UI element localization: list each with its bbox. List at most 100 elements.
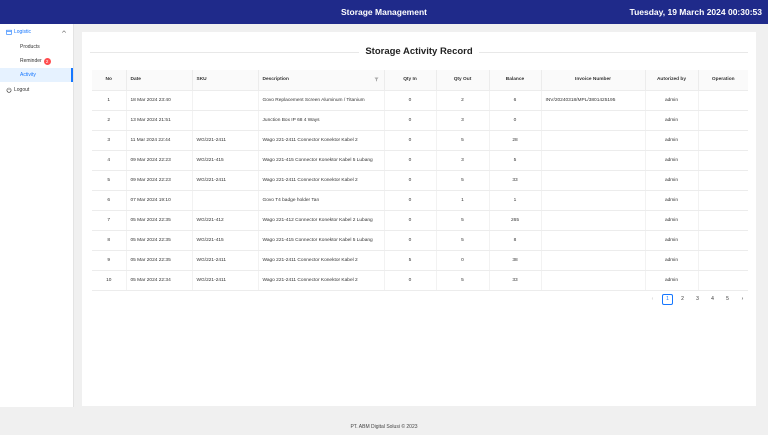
cell-balance: 5 bbox=[489, 150, 542, 171]
sidebar-group-label: Logistic bbox=[14, 29, 31, 35]
cell-qty-out: 5 bbox=[436, 170, 490, 191]
cell-balance: 33 bbox=[489, 170, 542, 191]
cell-date: 11 Mar 2024 22:44 bbox=[126, 130, 193, 151]
cell-qty-in: 5 bbox=[384, 250, 437, 271]
pagination: ‹ 1 2 3 4 5 › bbox=[647, 294, 748, 305]
cell-invoice-number bbox=[541, 210, 646, 231]
cell-invoice-number bbox=[541, 190, 646, 211]
cell-description: Govo T4 badge holder Tan bbox=[258, 190, 385, 211]
page-3-button[interactable]: 3 bbox=[692, 294, 703, 305]
cell-autorized-by: admin bbox=[645, 170, 699, 191]
cell-description: Wago 221-415 Connector Konektor Kabel 5 … bbox=[258, 230, 385, 251]
footer-text: PT. ABM Digital Solusi © 2023 bbox=[350, 424, 418, 430]
cell-date: 05 Mar 2024 22:35 bbox=[126, 230, 193, 251]
cell-no: 8 bbox=[92, 230, 127, 251]
cell-date: 05 Mar 2024 22:34 bbox=[126, 270, 193, 291]
column-header-sku: SKU bbox=[192, 70, 259, 91]
cell-autorized-by: admin bbox=[645, 90, 699, 111]
cell-operation bbox=[698, 150, 748, 171]
logout-label: Logout bbox=[14, 87, 30, 93]
cell-date: 07 Mar 2024 19:10 bbox=[126, 190, 193, 211]
sidebar-item-label: Reminder bbox=[20, 58, 42, 64]
cell-no: 1 bbox=[92, 90, 127, 111]
cell-sku: WG/221-412 bbox=[192, 210, 259, 231]
cell-operation bbox=[698, 210, 748, 231]
chevron-up-icon bbox=[61, 30, 67, 33]
cell-no: 10 bbox=[92, 270, 127, 291]
cell-qty-out: 0 bbox=[436, 250, 490, 271]
cell-description: Junction Box IP 68 4 Ways bbox=[258, 110, 385, 131]
column-header-autorized-by: Autorized by bbox=[645, 70, 699, 91]
cell-qty-in: 0 bbox=[384, 270, 437, 291]
filter-icon[interactable] bbox=[374, 77, 379, 82]
sidebar-item-label: Activity bbox=[20, 72, 36, 78]
sidebar-item-activity[interactable]: Activity bbox=[0, 68, 73, 82]
top-bar: Storage Management Tuesday, 19 March 202… bbox=[0, 0, 768, 24]
page-5-button[interactable]: 5 bbox=[722, 294, 733, 305]
cell-autorized-by: admin bbox=[645, 230, 699, 251]
cell-qty-in: 0 bbox=[384, 110, 437, 131]
cell-operation bbox=[698, 110, 748, 131]
cell-description: Wago 221-2411 Connector Konektor Kabel 2 bbox=[258, 130, 385, 151]
cell-invoice-number bbox=[541, 170, 646, 191]
cell-no: 7 bbox=[92, 210, 127, 231]
cell-sku bbox=[192, 110, 259, 131]
activity-table: No Date SKU Description Qty In Qty Out B… bbox=[92, 70, 748, 291]
cell-description: Wago 221-2411 Connector Konektor Kabel 2 bbox=[258, 250, 385, 271]
cell-qty-out: 5 bbox=[436, 130, 490, 151]
page-title: Storage Activity Record bbox=[359, 46, 479, 57]
prev-page-button[interactable]: ‹ bbox=[647, 294, 658, 305]
table-row: 6 07 Mar 2024 19:10 Govo T4 badge holder T… bbox=[92, 190, 748, 211]
cell-operation bbox=[698, 170, 748, 191]
cell-qty-in: 0 bbox=[384, 130, 437, 151]
cell-autorized-by: admin bbox=[645, 110, 699, 131]
table-row: 3 11 Mar 2024 22:44 WG/221-2411 Wago 221-24… bbox=[92, 130, 748, 151]
cell-qty-out: 3 bbox=[436, 150, 490, 171]
cell-description: Wago 221-2411 Connector Konektor Kabel 2 bbox=[258, 270, 385, 291]
table-row: 9 05 Mar 2024 22:35 WG/221-2411 Wago 221-24… bbox=[92, 250, 748, 271]
cell-date: 09 Mar 2024 22:23 bbox=[126, 150, 193, 171]
cell-qty-in: 0 bbox=[384, 90, 437, 111]
cell-qty-in: 0 bbox=[384, 150, 437, 171]
cell-qty-in: 0 bbox=[384, 230, 437, 251]
next-page-button[interactable]: › bbox=[737, 294, 748, 305]
table-row: 5 09 Mar 2024 22:23 WG/221-2411 Wago 221-24… bbox=[92, 170, 748, 191]
cell-invoice-number bbox=[541, 250, 646, 271]
cell-qty-out: 2 bbox=[436, 90, 490, 111]
cell-autorized-by: admin bbox=[645, 210, 699, 231]
power-icon bbox=[6, 87, 12, 93]
table-header-row: No Date SKU Description Qty In Qty Out B… bbox=[92, 70, 748, 91]
cell-sku: WG/221-2411 bbox=[192, 130, 259, 151]
sidebar-item-reminder[interactable]: Reminder 2 bbox=[0, 54, 73, 68]
cell-qty-out: 3 bbox=[436, 110, 490, 131]
table-row: 8 05 Mar 2024 22:35 WG/221-415 Wago 221-415… bbox=[92, 230, 748, 251]
cell-invoice-number bbox=[541, 130, 646, 151]
column-header-no: No bbox=[92, 70, 127, 91]
page-1-button[interactable]: 1 bbox=[662, 294, 673, 305]
table-row: 1 18 Mar 2024 23:40 Govo Replacement Scree… bbox=[92, 90, 748, 111]
cell-date: 05 Mar 2024 22:35 bbox=[126, 210, 193, 231]
page-4-button[interactable]: 4 bbox=[707, 294, 718, 305]
cell-qty-out: 5 bbox=[436, 230, 490, 251]
cell-balance: 0 bbox=[489, 110, 542, 131]
column-header-balance: Balance bbox=[489, 70, 542, 91]
cell-date: 18 Mar 2024 23:40 bbox=[126, 90, 193, 111]
cell-sku: WG/221-415 bbox=[192, 150, 259, 171]
table-row: 7 05 Mar 2024 22:35 WG/221-412 Wago 221-412… bbox=[92, 210, 748, 231]
cell-no: 5 bbox=[92, 170, 127, 191]
sidebar-item-products[interactable]: Products bbox=[0, 40, 73, 54]
column-header-qty-in: Qty In bbox=[384, 70, 437, 91]
cell-sku: WG/221-2411 bbox=[192, 170, 259, 191]
cell-operation bbox=[698, 130, 748, 151]
footer: PT. ABM Digital Solusi © 2023 bbox=[0, 407, 768, 435]
cell-qty-out: 5 bbox=[436, 210, 490, 231]
cell-date: 13 Mar 2024 21:51 bbox=[126, 110, 193, 131]
sidebar-group-logistic[interactable]: Logistic bbox=[0, 24, 73, 40]
cell-balance: 8 bbox=[489, 230, 542, 251]
column-header-description: Description bbox=[258, 70, 385, 91]
cell-invoice-number: INV/20240318/MPL/3801425195 bbox=[541, 90, 646, 111]
cell-invoice-number bbox=[541, 150, 646, 171]
cell-no: 2 bbox=[92, 110, 127, 131]
page-2-button[interactable]: 2 bbox=[677, 294, 688, 305]
logout-button[interactable]: Logout bbox=[0, 82, 73, 98]
